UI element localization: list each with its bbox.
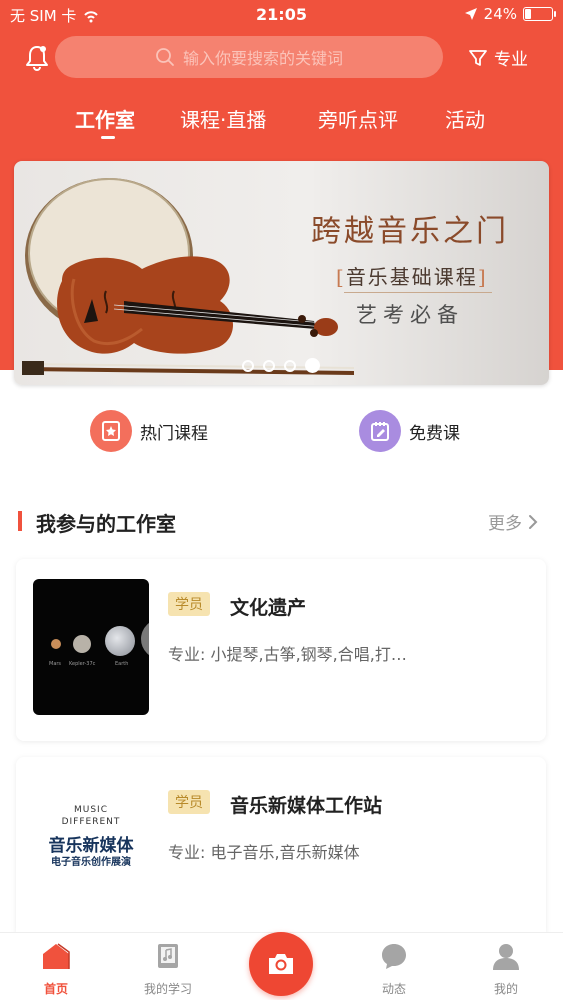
more-label: 更多	[488, 514, 522, 534]
tab-studio[interactable]: 工作室	[75, 104, 135, 133]
planet-kepler	[73, 635, 91, 653]
carousel-dot-active[interactable]	[305, 358, 320, 373]
search-icon	[156, 48, 174, 66]
home-icon	[43, 943, 70, 969]
nav-home[interactable]: 首页	[21, 941, 91, 997]
carousel-dots	[242, 358, 320, 373]
carousel-dot[interactable]	[284, 359, 296, 372]
camera-button[interactable]	[249, 932, 313, 996]
free-course-label: 免费课	[409, 423, 460, 444]
quick-links: 热门课程 免费课	[0, 410, 563, 460]
hot-course-label: 热门课程	[140, 423, 208, 444]
search-row: 输入你要搜索的关键词 专业	[0, 36, 563, 80]
banner-course-text: 音乐基础课程	[345, 265, 478, 289]
planet-large	[141, 619, 149, 659]
chat-bubble-icon	[382, 944, 406, 969]
tab-audit-review[interactable]: 旁听点评	[318, 104, 398, 133]
cover-text: MUSIC	[73, 805, 108, 815]
my-studios-header: 我参与的工作室 更多	[0, 505, 563, 537]
battery-percent: 24%	[483, 5, 517, 23]
location-arrow-icon	[464, 8, 477, 20]
studio-major: 专业: 小提琴,古筝,钢琴,合唱,打…	[168, 645, 407, 664]
camera-icon	[269, 954, 293, 974]
nav-feed-label: 动态	[381, 982, 406, 996]
search-placeholder: 输入你要搜索的关键词	[182, 49, 343, 68]
planet-label: Mars	[49, 661, 62, 667]
nav-home-label: 首页	[43, 982, 68, 996]
studio-card[interactable]: MUSIC DIFFERENT 音乐新媒体 电子音乐创作展演 学员 音乐新媒体工…	[16, 757, 546, 939]
section-title: 我参与的工作室	[36, 512, 176, 536]
bell-icon[interactable]	[24, 44, 50, 72]
carousel-dot[interactable]	[263, 359, 275, 372]
banner-carousel[interactable]: 跨越音乐之门 [音乐基础课程] 艺考必备	[14, 161, 549, 385]
studio-name: 文化遗产	[230, 597, 307, 619]
filter-button[interactable]: 专业	[468, 45, 528, 70]
violin-drum-image	[22, 178, 354, 375]
active-tab-indicator	[101, 136, 115, 139]
battery-icon	[523, 7, 556, 21]
free-course-link[interactable]: 免费课	[359, 410, 460, 452]
nav-my-study[interactable]: 我的学习	[133, 941, 203, 997]
banner-divider	[344, 292, 492, 293]
nav-my-study-label: 我的学习	[143, 982, 192, 996]
role-badge: 学员	[168, 790, 210, 814]
carousel-dot[interactable]	[242, 359, 254, 372]
filter-label: 专业	[494, 50, 528, 70]
studio-card[interactable]: Mars Kepler-37c Earth 学员 文化遗产 专业: 小提琴,古筝…	[16, 559, 546, 741]
nav-mine-label: 我的	[493, 982, 518, 996]
planet-earth	[105, 626, 135, 656]
status-bar: 无 SIM 卡 21:05 24%	[0, 0, 563, 30]
planet-label: Kepler-37c	[69, 661, 96, 667]
tab-activity[interactable]: 活动	[445, 104, 485, 133]
cover-text: DIFFERENT	[61, 817, 121, 827]
planet-mars	[51, 639, 61, 649]
banner-course: [音乐基础课程]	[336, 265, 488, 289]
studio-major: 专业: 电子音乐,音乐新媒体	[168, 843, 360, 862]
studio-cover-image: MUSIC DIFFERENT 音乐新媒体 电子音乐创作展演	[33, 777, 149, 913]
tab-course-live[interactable]: 课程·直播	[180, 104, 266, 133]
planet-label: Earth	[115, 661, 129, 667]
banner-subtitle: 艺考必备	[356, 303, 464, 327]
tab-bar: 工作室 课程·直播 旁听点评 活动	[0, 100, 563, 140]
nav-feed[interactable]: 动态	[359, 941, 429, 997]
user-icon	[493, 944, 519, 970]
studio-cover-image: Mars Kepler-37c Earth	[33, 579, 149, 715]
filter-funnel-icon	[469, 49, 487, 66]
hot-course-link[interactable]: 热门课程	[90, 410, 208, 452]
chevron-right-icon	[529, 514, 538, 529]
hot-course-icon	[90, 410, 132, 452]
studio-name: 音乐新媒体工作站	[230, 795, 383, 817]
study-book-icon	[158, 944, 178, 968]
banner-title: 跨越音乐之门	[311, 214, 509, 249]
cover-text: 电子音乐创作展演	[51, 857, 131, 868]
section-accent-bar	[18, 511, 22, 531]
search-input[interactable]: 输入你要搜索的关键词	[55, 36, 443, 78]
more-link[interactable]: 更多	[488, 509, 538, 534]
nav-mine[interactable]: 我的	[471, 941, 541, 997]
role-badge: 学员	[168, 592, 210, 616]
free-course-icon	[359, 410, 401, 452]
